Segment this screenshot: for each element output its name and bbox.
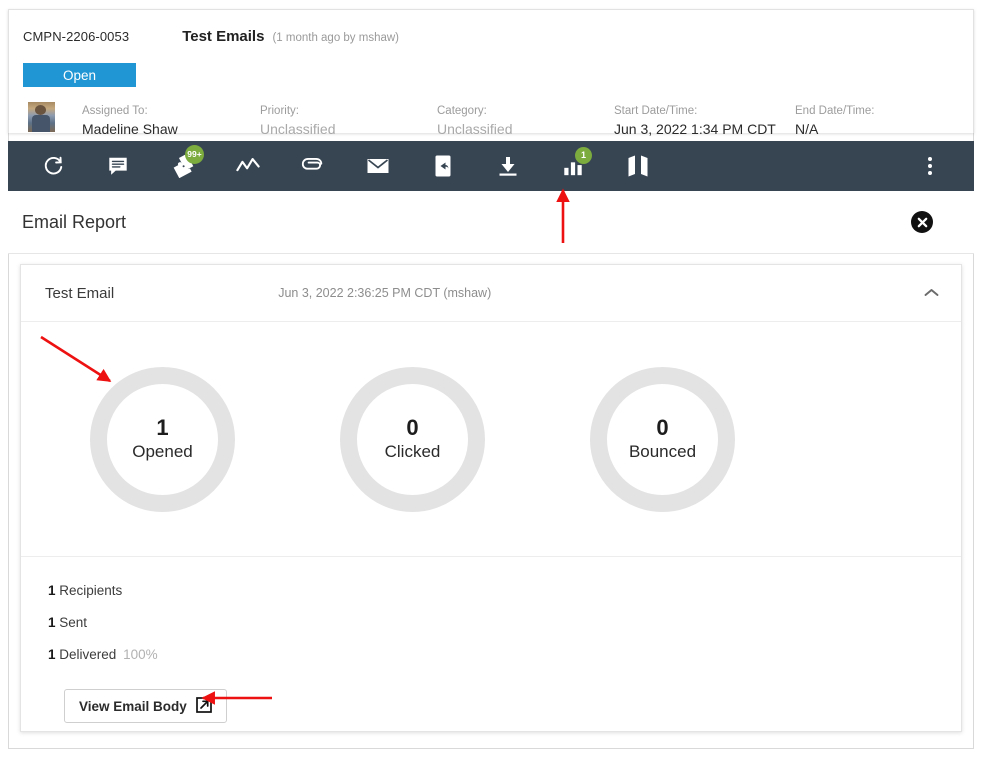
metrics-donut-row: 1 Opened 0 Clicked 0 Bounced [21,322,961,557]
close-icon[interactable] [911,211,933,233]
donut-value: 1 [156,415,169,440]
paperclip-icon[interactable] [293,146,333,186]
record-summary-card: CMPN-2206-0053 Test Emails (1 month ago … [8,9,974,137]
record-modified-meta: (1 month ago by mshaw) [272,32,400,44]
field-value: Jun 3, 2022 1:34 PM CDT [614,121,776,137]
field-value: Unclassified [260,121,336,137]
view-email-body-button[interactable]: View Email Body [64,689,227,723]
activity-icon[interactable] [228,146,268,186]
stat-delivered: 1 Delivered 100% [48,639,961,671]
record-id: CMPN-2206-0053 [23,29,130,44]
puzzle-badge: 99+ [185,145,204,164]
field-label: Start Date/Time: [614,105,698,117]
field-label: Category: [437,105,487,117]
email-report-card: Test Email Jun 3, 2022 2:36:25 PM CDT (m… [20,264,962,732]
donut-label: Bounced [628,442,697,461]
field-label: Priority: [260,105,299,117]
stat-count: 1 [48,615,56,630]
stat-count: 1 [48,583,56,598]
stat-label: Sent [59,615,88,630]
record-title-row: CMPN-2206-0053 Test Emails (1 month ago … [9,10,973,45]
more-options-icon[interactable] [910,146,950,186]
stat-recipients: 1 Recipients [48,575,961,607]
field-end-datetime: End Date/Time: N/A [795,103,874,139]
panel-header: Email Report [8,191,974,254]
record-meta-row: Assigned To: Madeline Shaw Priority: Unc… [9,98,973,146]
refresh-icon[interactable] [33,146,73,186]
stat-label: Delivered [59,647,117,662]
status-badge[interactable]: Open [23,63,136,87]
field-value: N/A [795,121,819,137]
stat-count: 1 [48,647,56,662]
bar-chart-icon[interactable]: 1 [553,146,593,186]
record-title: Test Emails [182,28,265,45]
bar-chart-badge: 1 [575,147,592,164]
email-subject: Test Email [45,284,115,302]
chevron-up-icon[interactable] [923,285,939,301]
donut-label: Opened [132,442,193,461]
donut-opened: 1 Opened [90,366,235,512]
field-assigned-to: Assigned To: Madeline Shaw [82,103,178,139]
avatar [28,102,55,132]
field-priority: Priority: Unclassified [260,103,335,139]
field-category: Category: Unclassified [437,103,512,139]
stat-label: Recipients [59,583,123,598]
report-card-header[interactable]: Test Email Jun 3, 2022 2:36:25 PM CDT (m… [21,265,961,322]
external-link-icon [195,696,212,716]
donut-clicked: 0 Clicked [340,366,485,512]
field-label: End Date/Time: [795,105,875,117]
delivery-stats-list: 1 Recipients 1 Sent 1 Delivered 100% Vie… [21,557,961,723]
stat-sent: 1 Sent [48,607,961,639]
donut-value: 0 [406,415,419,440]
field-value: Madeline Shaw [82,121,178,137]
puzzle-icon[interactable]: 99+ [163,145,204,186]
field-start-datetime: Start Date/Time: Jun 3, 2022 1:34 PM CDT [614,103,776,139]
comment-icon[interactable] [98,146,138,186]
donut-bounced: 0 Bounced [590,366,735,512]
email-timestamp: Jun 3, 2022 2:36:25 PM CDT (mshaw) [278,286,492,300]
page-title: Email Report [22,211,127,232]
mobile-reply-icon[interactable] [423,146,463,186]
field-label: Assigned To: [82,105,148,117]
email-report-screen: CMPN-2206-0053 Test Emails (1 month ago … [0,0,982,757]
envelope-icon[interactable] [358,146,398,186]
view-email-body-label: View Email Body [79,698,187,714]
field-value: Unclassified [437,121,513,137]
more-options-dots [928,157,932,175]
map-icon[interactable] [618,146,658,186]
donut-label: Clicked [384,442,441,461]
download-icon[interactable] [488,146,528,186]
action-toolbar: 99+ 1 [8,141,974,191]
donut-value: 0 [656,415,669,440]
stat-percent: 100% [123,647,158,662]
